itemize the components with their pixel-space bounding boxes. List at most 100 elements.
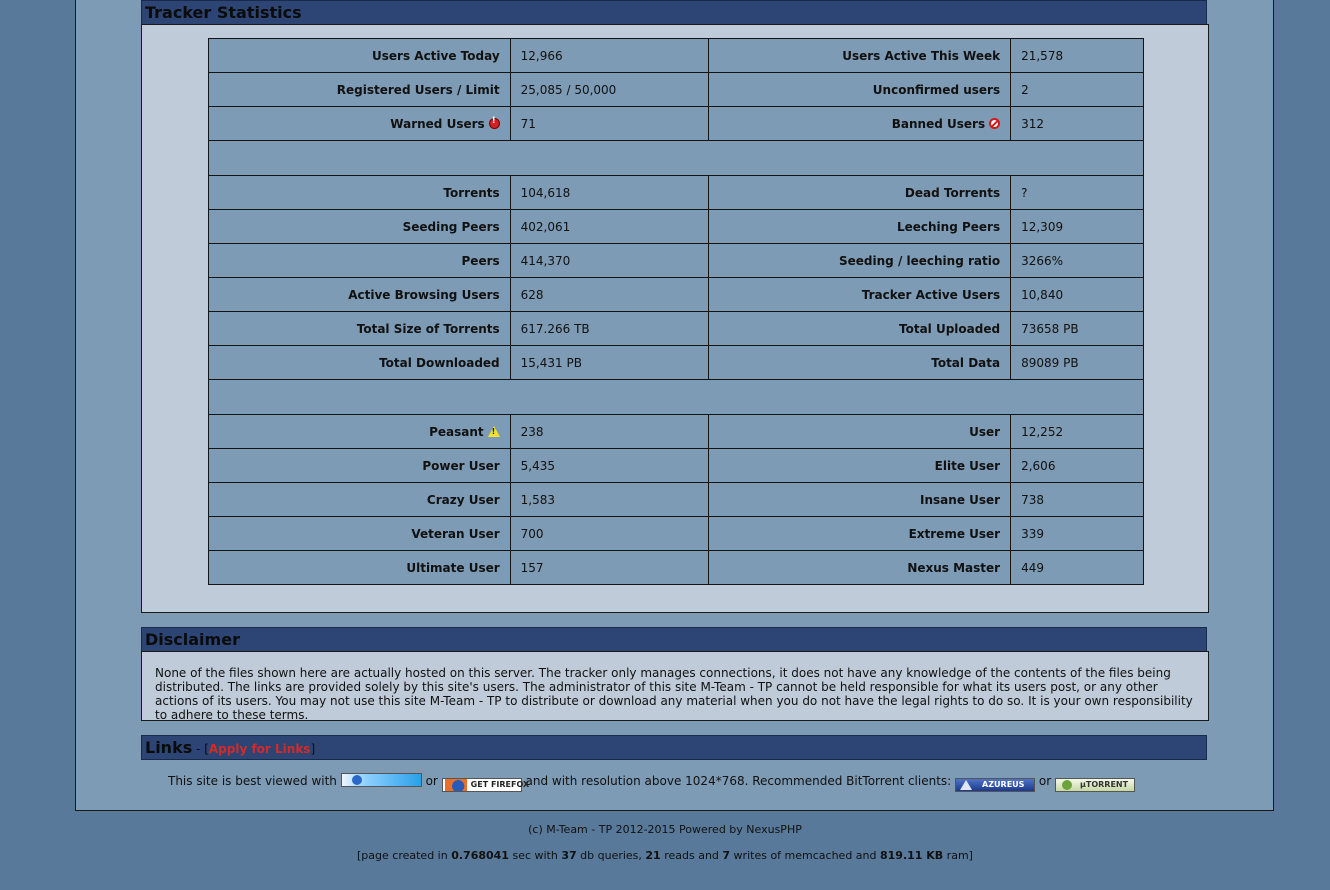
stats-label: Registered Users / Limit — [208, 72, 511, 107]
browser-recommendation: This site is best viewed with or GET FIR… — [168, 773, 1135, 792]
stats-value-text: 700 — [520, 526, 544, 541]
stats-row: Power User 5,435 Elite User 2,606 — [208, 448, 1144, 483]
or-text-2: or — [1038, 774, 1052, 788]
stats-label: Total Downloaded — [208, 345, 511, 380]
stats-value-text: 617.266 TB — [520, 321, 590, 336]
stats-label: Insane User — [708, 482, 1012, 517]
stats-spacer-row — [208, 379, 1144, 415]
stats-row: Total Size of Torrents 617.266 TB Total Up… — [208, 311, 1144, 346]
stats-label: Seeding Peers — [208, 209, 511, 244]
stats-value: 71 — [509, 106, 710, 141]
utorrent-badge-label: µTORRENT — [1079, 780, 1129, 789]
links-header: Links - [Apply for Links] — [141, 735, 1207, 760]
stats-label-text: Seeding / leeching ratio — [839, 253, 1001, 268]
stats-label: Total Uploaded — [708, 311, 1012, 346]
stats-value-text: 312 — [1021, 116, 1044, 131]
warning-triangle-icon — [487, 425, 500, 437]
stats-row: Crazy User 1,583 Insane User 738 — [208, 482, 1144, 517]
stats-value-text: 71 — [520, 116, 536, 131]
banned-icon — [989, 117, 1001, 129]
stats-value-text: 104,618 — [520, 185, 571, 200]
stats-value: 1,583 — [509, 482, 710, 517]
stats-label: Ultimate User — [208, 550, 511, 585]
stats-value: 10,840 — [1010, 277, 1144, 312]
stats-row: Peasant 238 User 12,252 — [208, 414, 1144, 449]
page-stats-part: reads and — [660, 849, 723, 862]
stats-label: Users Active Today — [208, 38, 511, 73]
stats-label-text: Users Active This Week — [842, 48, 1001, 63]
stats-label: Nexus Master — [708, 550, 1012, 585]
stats-value-text: 157 — [520, 560, 544, 575]
azureus-logo-icon — [960, 780, 973, 790]
azureus-badge-icon[interactable]: AZUREUS — [955, 778, 1036, 792]
ie-badge-icon[interactable] — [340, 773, 422, 787]
stats-label-text: Tracker Active Users — [861, 287, 1001, 302]
stats-value: 157 — [509, 550, 710, 585]
stats-label: Peers — [208, 243, 511, 278]
firefox-logo-icon — [444, 779, 467, 791]
stats-row: Ultimate User 157 Nexus Master 449 — [208, 550, 1144, 585]
stats-value: 15,431 PB — [509, 345, 710, 380]
page-stats-part: db queries, — [576, 849, 646, 862]
stats-value: 312 — [1010, 106, 1144, 141]
stats-label-text: Active Browsing Users — [348, 287, 500, 302]
stats-value: 628 — [509, 277, 710, 312]
stats-label-text: Insane User — [920, 492, 1001, 507]
stats-title: Tracker Statistics — [145, 3, 302, 22]
stats-value: 339 — [1010, 516, 1144, 551]
stats-value-text: 12,252 — [1021, 424, 1064, 439]
stats-label: Tracker Active Users — [708, 277, 1012, 312]
stats-label: Total Size of Torrents — [208, 311, 511, 346]
stats-value-text: 628 — [520, 287, 544, 302]
stats-label-text: Veteran User — [411, 526, 500, 541]
stats-row: Torrents 104,618 Dead Torrents? — [208, 175, 1144, 210]
stats-value: 89089 PB — [1010, 345, 1144, 380]
stats-label-text: Dead Torrents — [904, 185, 1001, 200]
stats-label-text: Nexus Master — [907, 560, 1001, 575]
stats-label-text: Total Downloaded — [379, 355, 500, 370]
stats-value-text: 339 — [1021, 526, 1044, 541]
stats-label-text: Torrents — [443, 185, 500, 200]
stats-value: 414,370 — [509, 243, 710, 278]
stats-label-text: Crazy User — [426, 492, 500, 507]
stats-label-text: Peasant — [429, 424, 484, 439]
stats-label: Seeding / leeching ratio — [708, 243, 1012, 278]
copyright-text: (c) M-Team - TP 2012-2015 Powered by Nex… — [528, 823, 802, 836]
warning-circle-icon — [488, 116, 500, 129]
stats-value: 3266% — [1010, 243, 1144, 278]
stats-label: Total Data — [708, 345, 1012, 380]
writes-count: 7 — [722, 849, 731, 862]
firefox-badge-icon[interactable]: GET FIREFOX — [441, 778, 529, 792]
stats-row: Seeding Peers 402,061 Leeching Peers 12,309 — [208, 209, 1144, 244]
stats-label-text: Unconfirmed users — [872, 82, 1001, 97]
stats-value-text: 89089 PB — [1021, 355, 1079, 370]
stats-value-text: 738 — [1021, 492, 1044, 507]
resolution-text: and with resolution above 1024*768. Reco… — [525, 774, 952, 788]
stats-label: Users Active This Week — [708, 38, 1012, 73]
stats-value-text: 5,435 — [520, 458, 556, 473]
stats-spacer-row — [208, 140, 1144, 176]
stats-label: Unconfirmed users — [708, 72, 1012, 107]
stats-label-text: Peers — [461, 253, 500, 268]
utorrent-logo-icon — [1061, 780, 1072, 790]
stats-label-text: Registered Users / Limit — [336, 82, 500, 97]
stats-value: 238 — [509, 414, 710, 449]
stats-row: Total Downloaded 15,431 PB Total Data 89089… — [208, 345, 1144, 380]
page-stats-part: [page created in — [357, 849, 452, 862]
stats-value: 2 — [1010, 72, 1144, 107]
stats-label-text: Users Active Today — [372, 48, 500, 63]
azureus-badge-label: AZUREUS — [982, 780, 1025, 789]
stats-value: 21,578 — [1010, 38, 1144, 73]
page-stats-part: ram] — [943, 849, 973, 862]
stats-label-text: Elite User — [934, 458, 1001, 473]
stats-row: Peers 414,370 Seeding / leeching ratio 3266… — [208, 243, 1144, 278]
stats-value-text: 15,431 PB — [520, 355, 582, 370]
stats-label: Veteran User — [208, 516, 511, 551]
stats-label: Torrents — [208, 175, 511, 210]
utorrent-badge-icon[interactable]: µTORRENT — [1054, 778, 1135, 792]
stats-row: Registered Users / Limit 25,085 / 50,000 U… — [208, 72, 1144, 107]
apply-links-link[interactable]: Apply for Links — [209, 742, 311, 756]
stats-row: Active Browsing Users 628 Tracker Active U… — [208, 277, 1144, 312]
stats-label: Extreme User — [708, 516, 1012, 551]
disclaimer-panel: None of the files shown here are actuall… — [141, 651, 1209, 722]
